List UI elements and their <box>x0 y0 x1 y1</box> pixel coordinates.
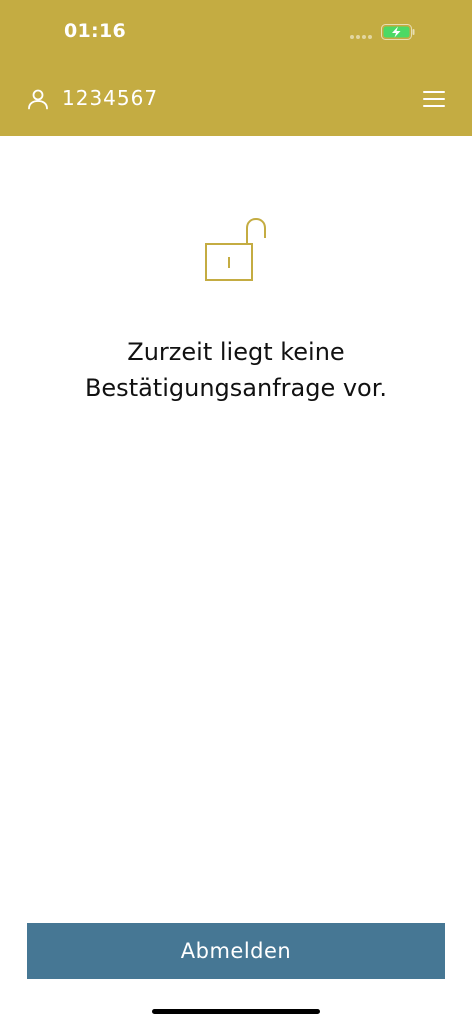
message-line-1: Zurzeit liegt keine <box>127 338 345 366</box>
app-screen: 01:16 1234567 Zurzeit liegt keine Bestät… <box>0 0 472 1024</box>
logout-button[interactable]: Abmelden <box>27 923 445 979</box>
cellular-signal-icon <box>350 35 374 39</box>
hamburger-menu-icon[interactable] <box>423 90 445 108</box>
user-icon <box>28 89 48 110</box>
header-bar: 01:16 1234567 <box>0 0 472 136</box>
message-line-2: Bestätigungsanfrage vor. <box>84 374 388 402</box>
account-number: 1234567 <box>62 86 159 110</box>
unlocked-padlock-icon <box>205 218 266 281</box>
status-time: 01:16 <box>64 20 126 42</box>
home-indicator[interactable] <box>152 1009 320 1014</box>
no-request-message: Zurzeit liegt keine Bestätigungsanfrage … <box>40 334 432 406</box>
battery-charging-icon <box>381 24 415 40</box>
